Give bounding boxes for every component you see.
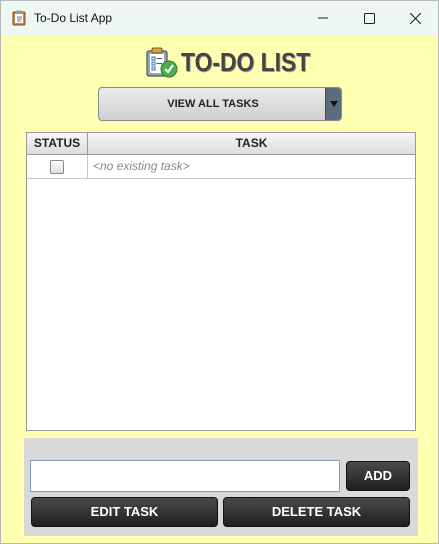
minimize-button[interactable] (300, 1, 346, 35)
table-header: STATUS TASK (27, 133, 415, 155)
chevron-down-icon (329, 101, 338, 107)
page-title: TO-DO LIST (181, 47, 311, 77)
status-cell (27, 155, 88, 178)
maximize-button[interactable] (346, 1, 392, 35)
title-bar[interactable]: To-Do List App (1, 1, 438, 35)
minimize-icon (318, 17, 328, 19)
task-filter-dropdown[interactable]: VIEW ALL TASKS (98, 87, 342, 121)
task-status-checkbox[interactable] (50, 160, 64, 174)
clipboard-check-icon (146, 47, 178, 78)
task-table: STATUS TASK <no existing task> (26, 132, 416, 431)
task-controls-panel: ADD EDIT TASK DELETE TASK (24, 438, 418, 536)
app-icon (12, 10, 26, 26)
column-header-status[interactable]: STATUS (27, 133, 88, 154)
maximize-icon (363, 12, 375, 24)
table-row[interactable]: <no existing task> (27, 155, 415, 179)
edit-task-button[interactable]: EDIT TASK (31, 497, 218, 527)
main-content: TO-DO LIST VIEW ALL TASKS STATUS TASK <n… (1, 35, 438, 543)
close-button[interactable] (392, 1, 438, 35)
task-filter-selected: VIEW ALL TASKS (167, 98, 259, 110)
dropdown-arrow-button[interactable] (325, 88, 341, 120)
column-header-task[interactable]: TASK (88, 133, 415, 154)
task-input[interactable] (30, 460, 340, 492)
window-title: To-Do List App (34, 11, 113, 25)
add-button[interactable]: ADD (346, 461, 410, 491)
delete-task-button[interactable]: DELETE TASK (223, 497, 410, 527)
task-cell: <no existing task> (93, 159, 190, 173)
app-window: To-Do List App TO-DO LIST VIEW ALL TASKS (0, 0, 439, 544)
close-icon (409, 12, 421, 24)
